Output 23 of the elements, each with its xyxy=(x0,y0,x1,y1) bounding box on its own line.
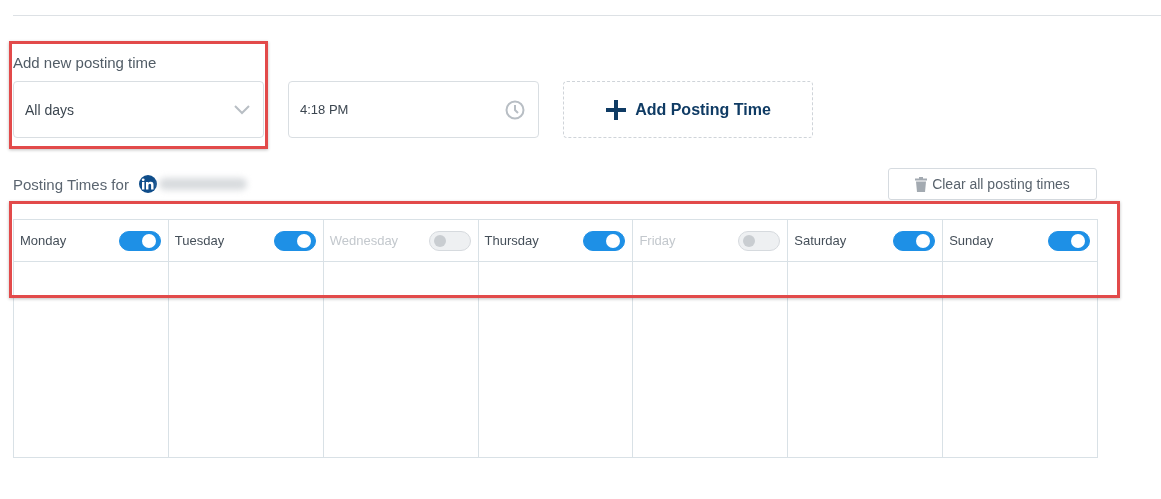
section-title: Add new posting time xyxy=(13,53,158,73)
toggle-switch[interactable] xyxy=(893,230,936,251)
toggle-switch[interactable] xyxy=(118,230,161,251)
day-select[interactable]: All days xyxy=(13,81,264,138)
chevron-down-icon xyxy=(234,104,250,115)
trash-icon xyxy=(915,176,928,192)
toggle-switch[interactable] xyxy=(1048,230,1090,251)
time-field[interactable]: 4:18 PM xyxy=(288,81,539,138)
plus-icon xyxy=(605,98,628,121)
day-label: Wednesday xyxy=(329,233,399,248)
day-label: Friday xyxy=(639,233,676,248)
add-posting-time-button[interactable]: Add Posting Time xyxy=(563,81,813,138)
section-title: Posting Times for xyxy=(13,175,129,193)
day-label: Thursday xyxy=(484,233,539,248)
clear-all-button[interactable]: Clear all posting times xyxy=(888,168,1097,200)
linkedin-icon xyxy=(138,175,157,193)
day-label: Saturday xyxy=(794,233,847,248)
day-label: Sunday xyxy=(949,233,994,248)
toggle-switch[interactable] xyxy=(273,230,316,251)
toggle-switch[interactable] xyxy=(583,230,626,251)
day-label: Monday xyxy=(20,233,67,248)
day-label: Tuesday xyxy=(174,233,225,248)
clock-icon xyxy=(505,99,525,120)
